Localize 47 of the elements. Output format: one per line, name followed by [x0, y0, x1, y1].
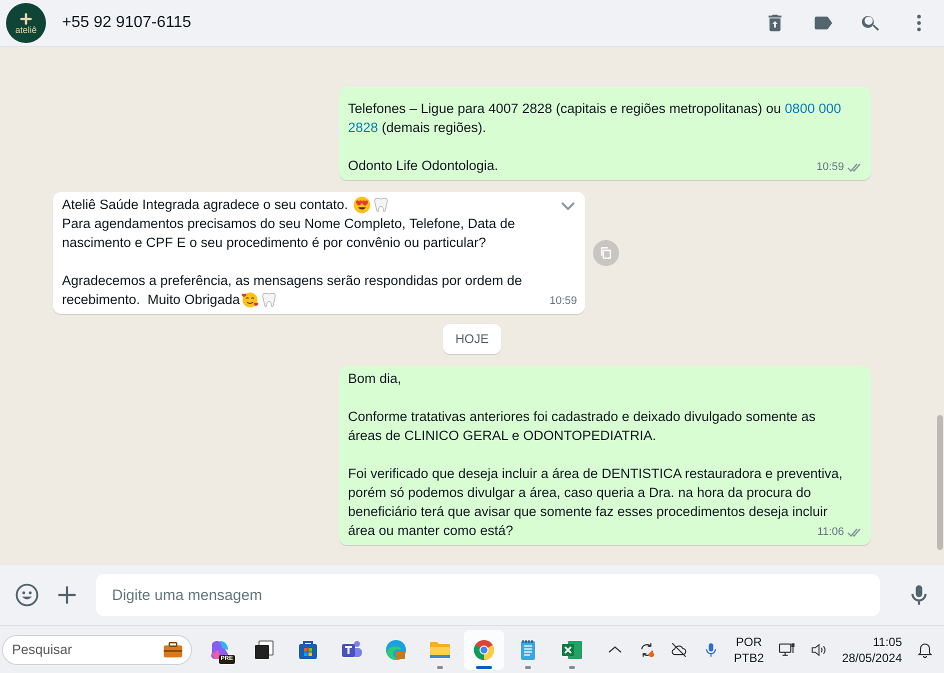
message-time: 11:06 [817, 525, 844, 540]
message-input[interactable]: Digite uma mensagem [96, 574, 880, 616]
message-time: 10:59 [549, 294, 577, 309]
cloud-off-icon[interactable] [670, 640, 688, 658]
phone-link[interactable]: 2828 [348, 118, 378, 137]
message-text: área ou manter como está? [348, 522, 514, 540]
running-indicator [525, 666, 531, 668]
heart-eyes-emoji-icon [352, 196, 371, 214]
message-text: Foi verificado que deseja incluir a área de DENTISTICA restauradora e preventiva, [348, 465, 842, 483]
caret-icon[interactable] [559, 200, 577, 212]
smiling-hearts-emoji-icon [240, 290, 259, 308]
chrome-icon [472, 638, 496, 662]
message-text: Telefones – Ligue para 4007 2828 (capitais e regiões metropolitanas) ou [348, 100, 782, 118]
task-view-icon [252, 638, 276, 662]
copy-icon [599, 246, 613, 260]
language-indicator[interactable]: POR PTB2 [734, 634, 764, 666]
double-check-icon [847, 162, 863, 173]
scrollbar-thumb[interactable] [937, 415, 943, 550]
message-text: beneficiário terá que avisar que somente faz esses procedimentos deseja incluir [348, 503, 828, 521]
running-indicator [437, 666, 443, 668]
running-indicator [569, 666, 575, 668]
phone-link[interactable]: 0800 000 [784, 99, 842, 118]
message-text: Para agendamentos precisamos do seu Nome Completo, Telefone, Data de [62, 215, 516, 233]
clock[interactable]: 11:05 28/05/2024 [842, 634, 902, 666]
message-text: Ateliê Saúde Integrada agradece o seu contato. [62, 196, 349, 214]
message-text: nascimento e CPF E o seu procedimento é por convênio ou particular? [62, 234, 486, 252]
message-text: recebimento. Muito Obrigada [62, 291, 240, 309]
running-indicator [476, 666, 492, 668]
message-text: Conforme tratativas anteriores foi cadastrado e deixado divulgado somente as [348, 408, 816, 426]
message-text: porém só podemos divulgar a área, caso queria a Dra. na hora da procura do [348, 484, 812, 502]
date-label: HOJE [443, 324, 501, 354]
message-text: Odonto Life Odontologia. [348, 157, 498, 175]
tooth-icon [372, 196, 390, 214]
contact-avatar[interactable]: ateliê [6, 3, 46, 43]
taskbar-search[interactable]: Pesquisar [2, 634, 192, 664]
message-text: Agradecemos a preferência, as mensagens serão respondidas por ordem de [62, 272, 522, 290]
message-time: 10:59 [816, 160, 844, 175]
notification-bell-icon[interactable] [916, 640, 934, 658]
emoji-icon[interactable] [14, 582, 40, 608]
double-check-icon [847, 527, 863, 538]
message-text: (demais regiões). [380, 119, 486, 137]
message-text: áreas de CLINICO GERAL e ODONTOPEDIATRIA. [348, 427, 656, 445]
tooth-icon [260, 290, 278, 308]
network-icon[interactable] [778, 640, 796, 658]
message-text: Bom dia, [348, 370, 402, 388]
contact-name: +55 92 9107-6115 [62, 14, 192, 32]
edge-icon [384, 638, 408, 662]
